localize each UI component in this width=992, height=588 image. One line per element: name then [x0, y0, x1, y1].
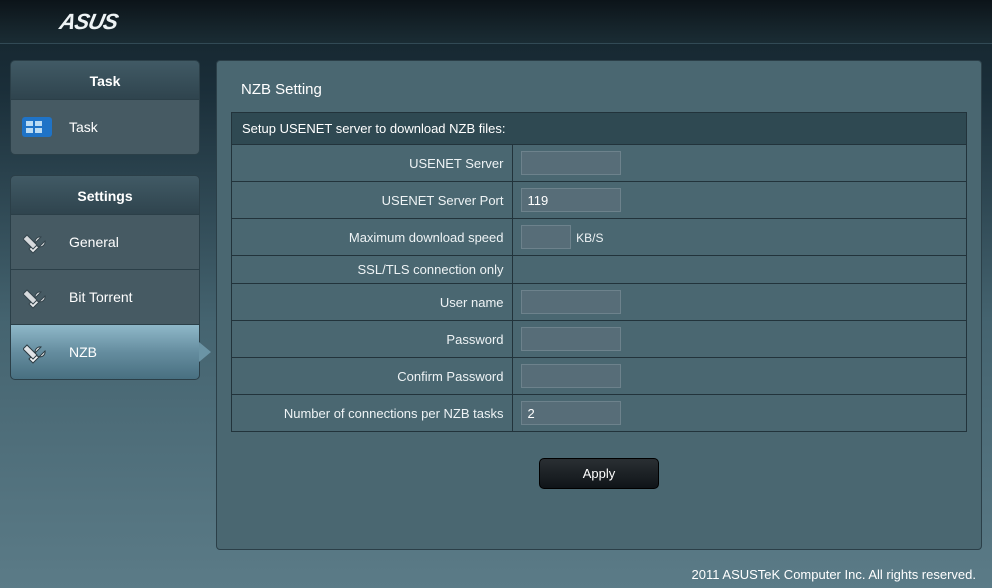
footer-copyright: 2011 ASUSTeK Computer Inc. All rights re… — [692, 567, 976, 582]
wrench-icon — [21, 226, 59, 258]
password-input[interactable] — [521, 327, 621, 351]
brand-logo: ASUS — [57, 9, 120, 35]
wrench-icon — [21, 336, 59, 368]
main-layout: Task Task Settings — [10, 60, 982, 550]
sidebar-item-label: Task — [69, 119, 98, 135]
usenet-port-input[interactable] — [521, 188, 621, 212]
sidebar-item-label: General — [69, 234, 119, 250]
sidebar-item-bittorrent[interactable]: Bit Torrent — [10, 270, 200, 325]
sidebar-task-header: Task — [10, 60, 200, 100]
apply-button[interactable]: Apply — [539, 458, 659, 489]
username-input[interactable] — [521, 290, 621, 314]
panel-title: NZB Setting — [217, 61, 981, 112]
section-header: Setup USENET server to download NZB file… — [232, 113, 966, 145]
field-label-confirm: Confirm Password — [232, 358, 512, 395]
usenet-server-input[interactable] — [521, 151, 621, 175]
task-icon — [21, 111, 59, 143]
sidebar-item-general[interactable]: General — [10, 215, 200, 270]
sidebar-settings-section: Settings General Bit Torrent — [10, 175, 200, 380]
sidebar-settings-header: Settings — [10, 175, 200, 215]
field-label-max-speed: Maximum download speed — [232, 219, 512, 256]
sidebar-item-label: NZB — [69, 344, 97, 360]
sidebar-item-label: Bit Torrent — [69, 289, 133, 305]
field-label-usenet-port: USENET Server Port — [232, 182, 512, 219]
form-table-wrap: Setup USENET server to download NZB file… — [231, 112, 967, 432]
max-speed-input[interactable] — [521, 225, 571, 249]
connections-input[interactable] — [521, 401, 621, 425]
ssl-cell — [512, 256, 966, 284]
wrench-icon — [21, 281, 59, 313]
sidebar-task-section: Task Task — [10, 60, 200, 155]
sidebar-item-nzb[interactable]: NZB — [10, 325, 200, 380]
sidebar: Task Task Settings — [10, 60, 200, 550]
field-label-usenet-server: USENET Server — [232, 145, 512, 182]
confirm-password-input[interactable] — [521, 364, 621, 388]
field-label-ssl: SSL/TLS connection only — [232, 256, 512, 284]
form-table: Setup USENET server to download NZB file… — [232, 113, 966, 431]
max-speed-unit: KB/S — [576, 231, 603, 245]
apply-row: Apply — [217, 446, 981, 501]
settings-panel: NZB Setting Setup USENET server to downl… — [216, 60, 982, 550]
field-label-username: User name — [232, 284, 512, 321]
field-label-password: Password — [232, 321, 512, 358]
sidebar-item-task[interactable]: Task — [10, 100, 200, 155]
top-bar: ASUS — [0, 0, 992, 44]
field-label-connections: Number of connections per NZB tasks — [232, 395, 512, 432]
